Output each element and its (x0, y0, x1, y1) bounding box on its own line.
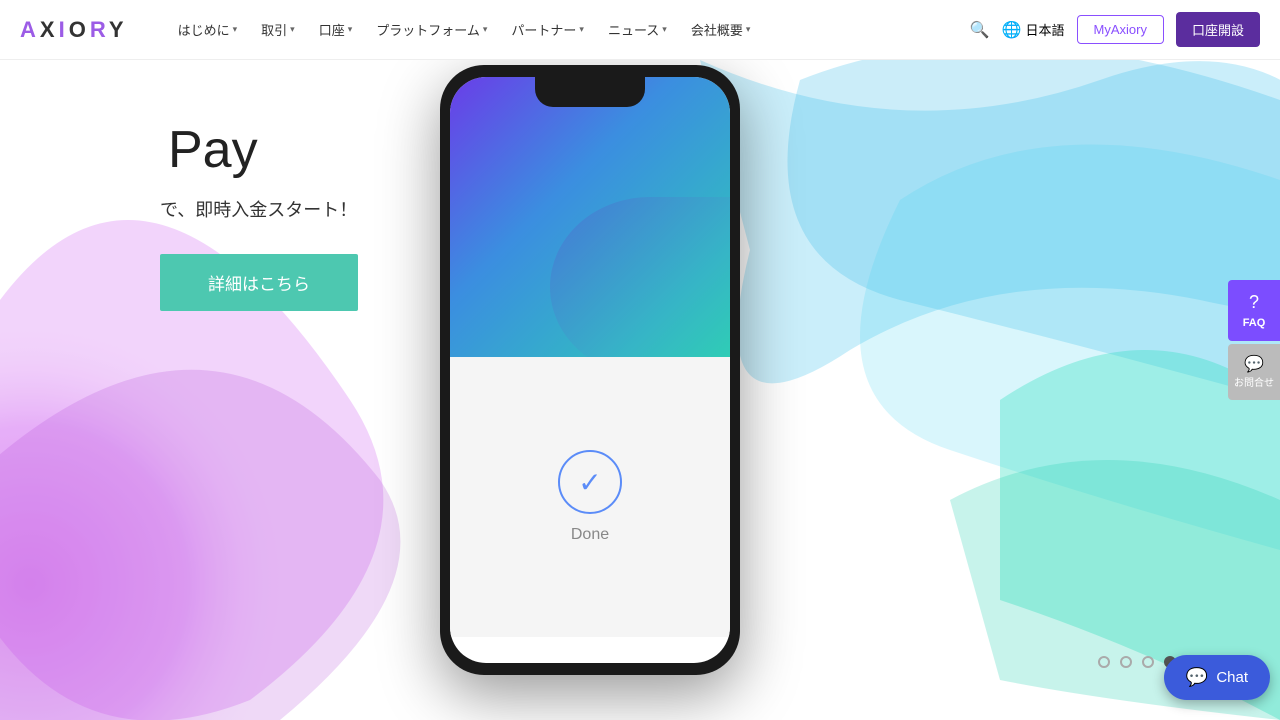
hero-subtitle: で、即時入金スタート！ (160, 196, 358, 222)
chevron-icon: ▾ (746, 24, 751, 35)
side-faq-button[interactable]: ? FAQ (1228, 280, 1280, 341)
chevron-icon: ▾ (233, 24, 238, 35)
nav-item-hajimeni[interactable]: はじめに ▾ (168, 14, 248, 45)
carousel-dot-0[interactable] (1098, 656, 1110, 668)
open-account-button[interactable]: 口座開設 (1176, 12, 1260, 47)
hero-content: Pay で、即時入金スタート！ 詳細はこちら (160, 120, 358, 311)
chevron-icon: ▾ (348, 24, 353, 35)
globe-icon: 🌐 (1002, 20, 1022, 40)
nav-item-platform[interactable]: プラットフォーム ▾ (366, 14, 497, 45)
chevron-icon: ▾ (483, 24, 488, 35)
nav-item-torihiki[interactable]: 取引 ▾ (251, 14, 305, 45)
nav-item-news[interactable]: ニュース ▾ (598, 14, 677, 45)
main-header: AXIORY はじめに ▾ 取引 ▾ 口座 ▾ プラットフォーム ▾ パートナー… (0, 0, 1280, 60)
phone-card-area (450, 77, 730, 357)
inquiry-icon: 💬 (1244, 354, 1264, 374)
search-button[interactable]: 🔍 (970, 20, 990, 40)
phone-card-wave (550, 197, 730, 357)
checkmark-icon: ✓ (578, 466, 601, 499)
chevron-icon: ▾ (290, 24, 295, 35)
phone-screen: ✓ Done (450, 77, 730, 663)
logo[interactable]: AXIORY (20, 17, 128, 43)
applepay-logo: Pay (160, 120, 358, 180)
side-inquiry-button[interactable]: 💬 お問合せ (1228, 344, 1280, 400)
pay-text: Pay (168, 120, 258, 180)
myaxiory-button[interactable]: MyAxiory (1077, 15, 1164, 44)
nav-item-company[interactable]: 会社概要 ▾ (681, 14, 761, 45)
inquiry-label: お問合せ (1234, 378, 1274, 390)
hero-section: Pay で、即時入金スタート！ 詳細はこちら ✓ Done (0, 0, 1280, 720)
chevron-icon: ▾ (579, 24, 584, 35)
nav-item-koza[interactable]: 口座 ▾ (309, 14, 363, 45)
details-button[interactable]: 詳細はこちら (160, 254, 358, 311)
main-nav: はじめに ▾ 取引 ▾ 口座 ▾ プラットフォーム ▾ パートナー ▾ ニュース… (168, 14, 970, 45)
nav-item-partner[interactable]: パートナー ▾ (501, 14, 594, 45)
chat-button[interactable]: 💬 Chat (1164, 655, 1270, 700)
chevron-icon: ▾ (662, 24, 667, 35)
carousel-dot-1[interactable] (1120, 656, 1132, 668)
header-right: 🔍 🌐 日本語 MyAxiory 口座開設 (970, 12, 1260, 47)
phone-mockup: ✓ Done (430, 65, 750, 705)
carousel-dot-2[interactable] (1142, 656, 1154, 668)
language-selector[interactable]: 🌐 日本語 (1002, 20, 1065, 40)
done-label: Done (571, 526, 609, 544)
phone-notch (535, 77, 645, 107)
phone-done-area: ✓ Done (450, 357, 730, 637)
phone-outer: ✓ Done (440, 65, 740, 675)
chat-label: Chat (1216, 669, 1248, 686)
question-icon: ? (1249, 292, 1259, 313)
checkmark-circle: ✓ (558, 450, 622, 514)
faq-label: FAQ (1243, 317, 1266, 329)
chat-icon: 💬 (1186, 667, 1208, 688)
